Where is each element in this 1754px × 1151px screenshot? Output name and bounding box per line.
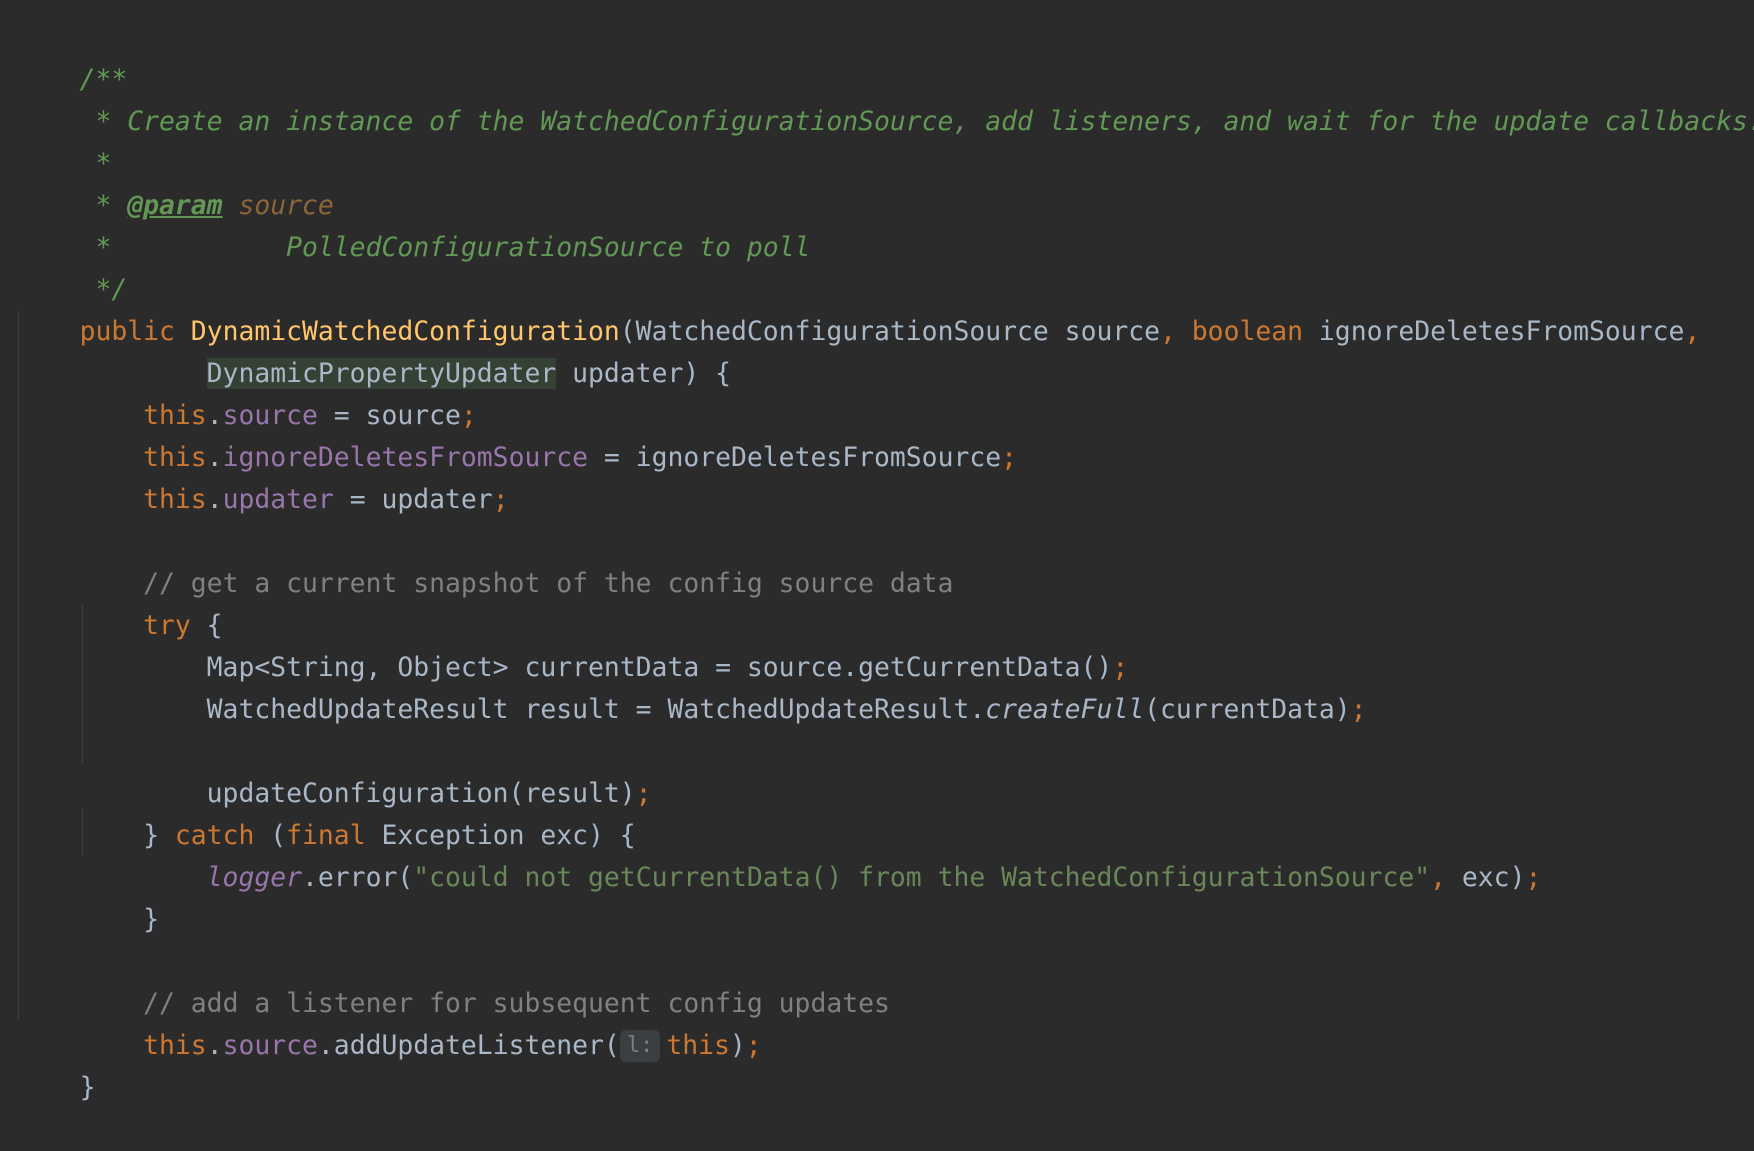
line-comment: // get a current snapshot of the config … bbox=[143, 568, 954, 599]
call-end: ) bbox=[729, 1030, 746, 1061]
call-args: exc) bbox=[1446, 862, 1526, 893]
param-ignore-deletes: ignoreDeletesFromSource bbox=[1318, 316, 1685, 347]
keyword-this: this bbox=[143, 1030, 207, 1061]
keyword-this: this bbox=[666, 1030, 730, 1061]
code-line: } bbox=[16, 857, 159, 935]
code-line: WatchedUpdateResult result = WatchedUpda… bbox=[16, 647, 1367, 725]
code-line: /** bbox=[16, 17, 128, 95]
code-line: this.updater = updater; bbox=[143, 484, 509, 515]
static-method-call[interactable]: createFull bbox=[985, 694, 1144, 725]
code-line: * @param source bbox=[16, 143, 333, 221]
code-line: * bbox=[16, 101, 111, 179]
field-logger[interactable]: logger bbox=[207, 862, 302, 893]
assignment: = updater bbox=[333, 484, 493, 515]
semicolon: ; bbox=[635, 778, 652, 809]
param-list-end: updater) { bbox=[572, 358, 732, 389]
code-line: } catch (final Exception exc) { bbox=[16, 773, 636, 851]
code-line: DynamicPropertyUpdater updater) { bbox=[16, 311, 731, 389]
result-declaration: WatchedUpdateResult result = WatchedUpda… bbox=[206, 694, 986, 725]
code-line: this.source.addUpdateListener(l: this); bbox=[143, 1030, 762, 1062]
param-description: PolledConfigurationSource to poll bbox=[286, 232, 811, 263]
parameter-name-hint: l: bbox=[619, 1030, 661, 1062]
keyword-boolean: boolean bbox=[1191, 316, 1304, 347]
doc-comment-text: * Create an instance of the WatchedConfi… bbox=[79, 106, 1754, 137]
code-line: */ bbox=[16, 227, 127, 305]
code-line: updateConfiguration(result); bbox=[16, 731, 652, 809]
code-line: logger.error("could not getCurrentData()… bbox=[16, 815, 1542, 893]
close-brace: } bbox=[79, 1072, 96, 1103]
semicolon: ; bbox=[745, 1030, 762, 1061]
code-line: this.ignoreDeletesFromSource = ignoreDel… bbox=[143, 442, 1018, 473]
keyword-this: this bbox=[143, 484, 207, 515]
code-line: * PolledConfigurationSource to poll bbox=[16, 185, 810, 263]
comma: , bbox=[1430, 862, 1447, 893]
semicolon: ; bbox=[1350, 694, 1367, 725]
string-literal: "could not getCurrentData() from the Wat… bbox=[413, 862, 1431, 893]
field-source[interactable]: source bbox=[223, 1030, 318, 1061]
semicolon: ; bbox=[1525, 862, 1542, 893]
code-line: * Create an instance of the WatchedConfi… bbox=[16, 59, 1754, 137]
code-line: public DynamicWatchedConfiguration(Watch… bbox=[16, 269, 1701, 347]
code-line: // add a listener for subsequent config … bbox=[16, 941, 890, 1019]
code-line: // get a current snapshot of the config … bbox=[16, 521, 953, 599]
code-line: Map<String, Object> currentData = source… bbox=[16, 605, 1129, 683]
code-line: try { bbox=[16, 563, 222, 641]
close-brace: } bbox=[143, 904, 160, 935]
code-line: } bbox=[16, 1025, 96, 1103]
assignment: = ignoreDeletesFromSource bbox=[588, 442, 1002, 473]
comma: , bbox=[1160, 316, 1176, 347]
semicolon: ; bbox=[492, 484, 509, 515]
error-call: .error( bbox=[302, 862, 414, 893]
code-editor[interactable]: /** * Create an instance of the WatchedC… bbox=[0, 0, 1754, 1103]
comma: , bbox=[1684, 316, 1701, 347]
field-updater[interactable]: updater bbox=[223, 484, 334, 515]
code-line: this.source = source; bbox=[143, 400, 477, 431]
call-args: (currentData) bbox=[1144, 694, 1351, 725]
semicolon: ; bbox=[1001, 442, 1018, 473]
method-call[interactable]: .addUpdateListener( bbox=[318, 1030, 620, 1061]
